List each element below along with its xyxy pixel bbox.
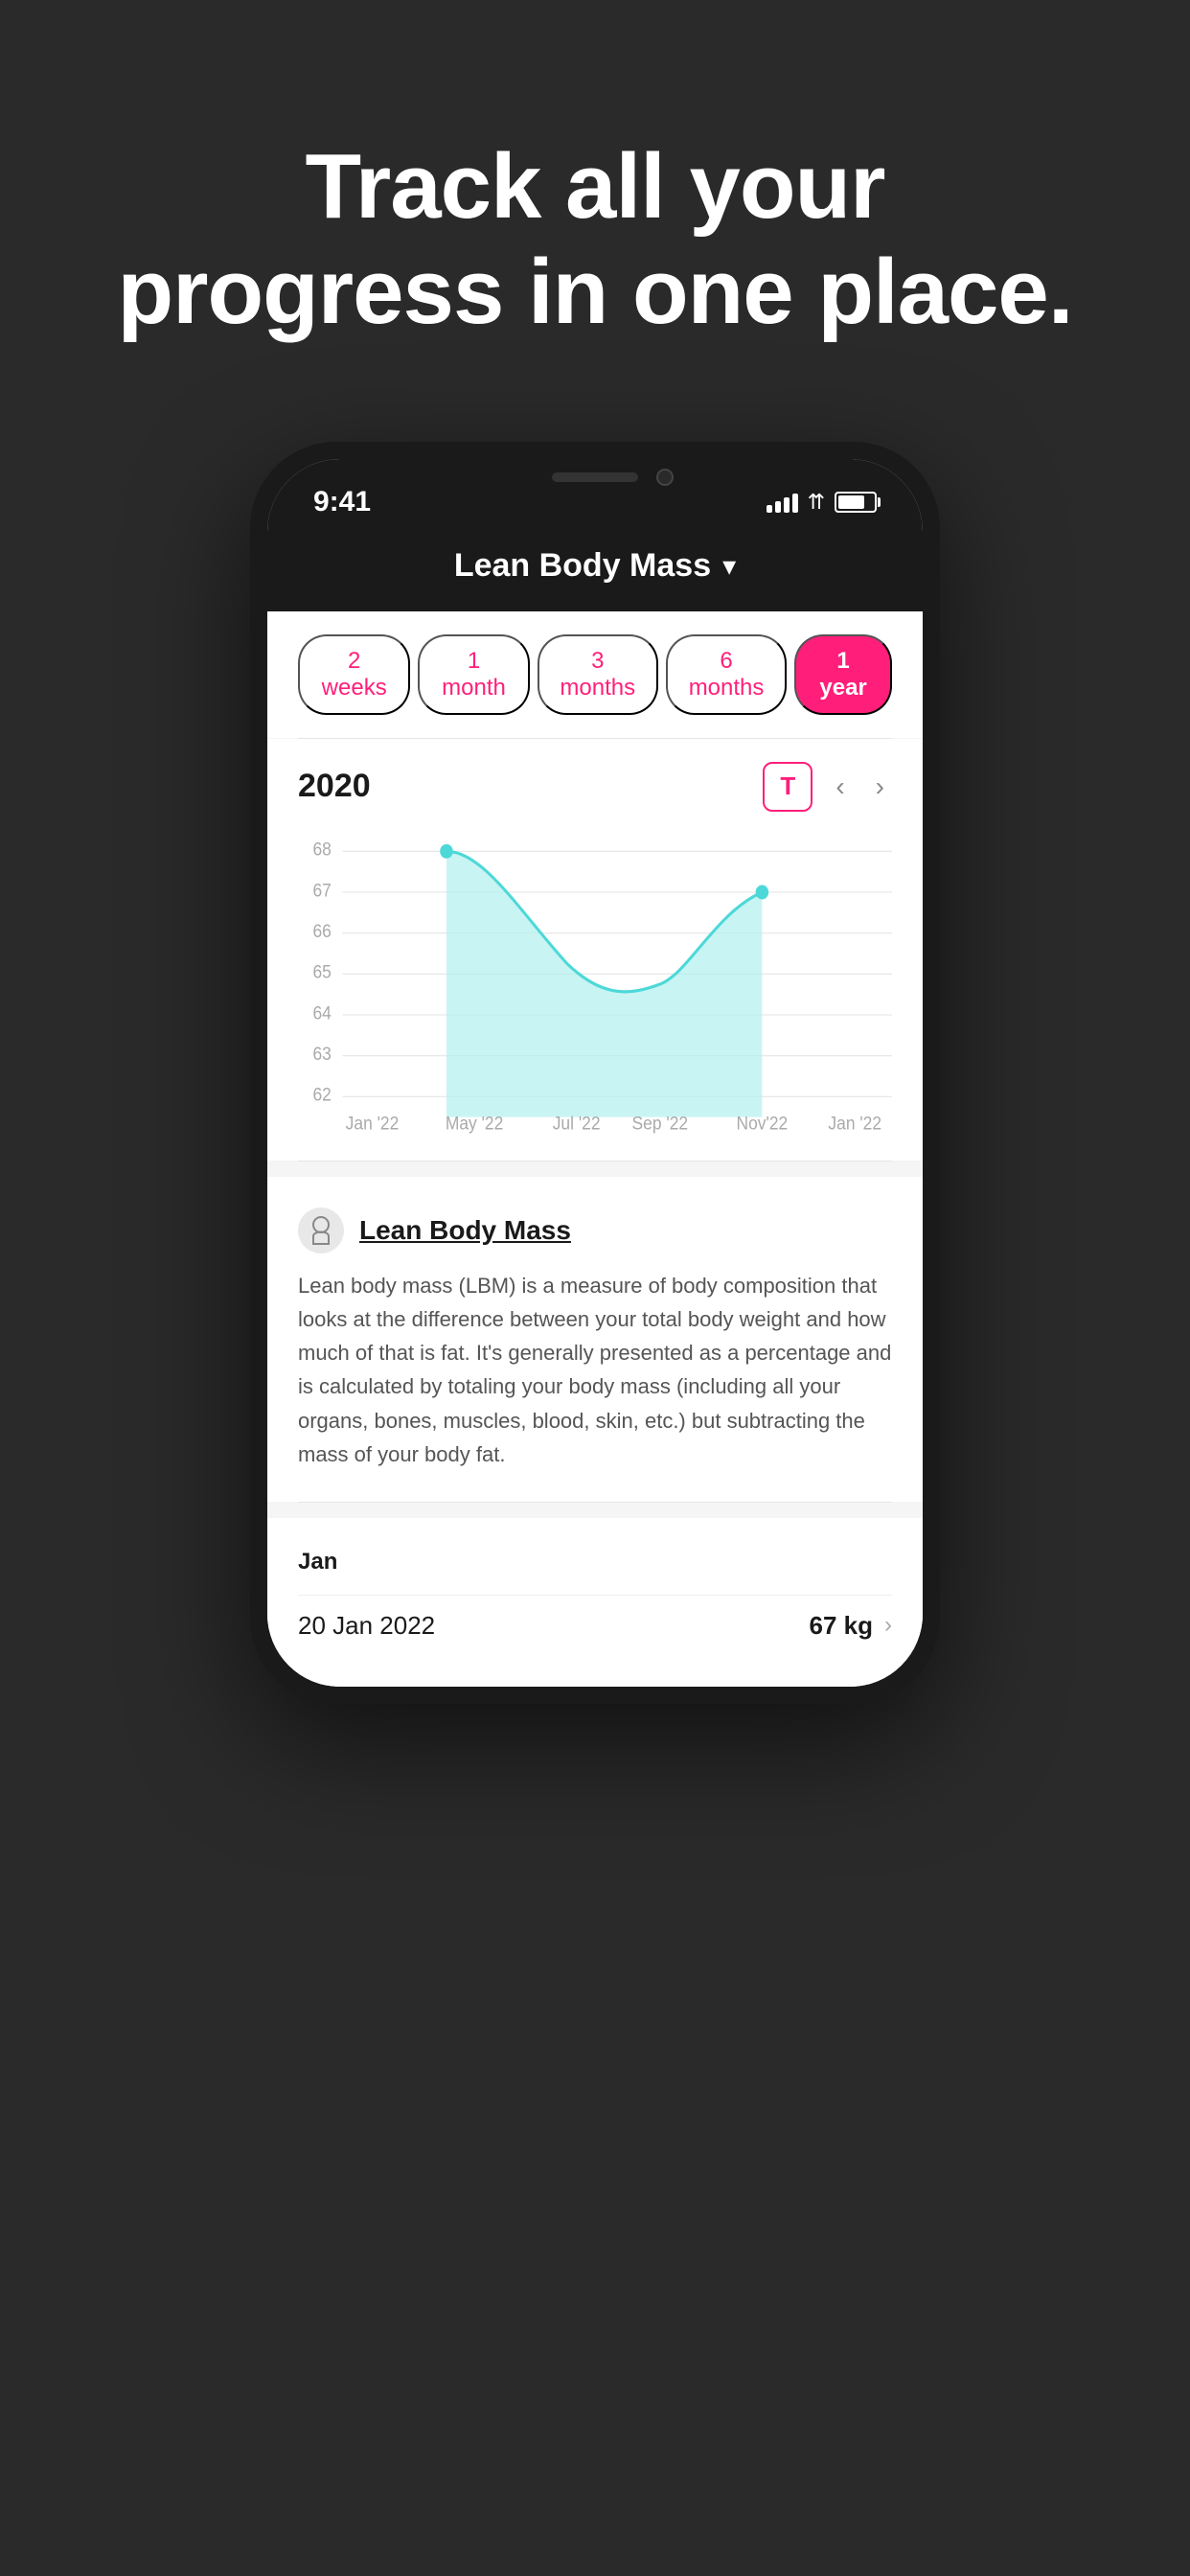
svg-text:64: 64 [312,1001,331,1023]
t-button[interactable]: T [763,762,812,812]
lbm-icon [298,1208,344,1254]
notch-camera [656,469,674,486]
svg-text:May '22: May '22 [446,1112,503,1133]
divider-2 [298,1161,892,1162]
svg-text:Nov'22: Nov'22 [737,1112,789,1133]
divider-3 [298,1502,892,1503]
chart-year: 2020 [298,768,371,805]
record-date: 20 Jan 2022 [298,1611,435,1641]
info-header: Lean Body Mass [298,1208,892,1254]
record-value-wrap: 67 kg › [810,1611,893,1641]
records-section: Jan 20 Jan 2022 67 kg › [267,1518,923,1687]
signal-icon [767,492,798,513]
record-row[interactable]: 20 Jan 2022 67 kg › [298,1595,892,1656]
svg-text:Jul '22: Jul '22 [553,1112,601,1133]
phone-notch [490,459,700,499]
chart-controls: T ‹ › [763,762,892,812]
battery-icon [835,492,877,513]
info-title: Lean Body Mass [359,1215,571,1246]
records-month: Jan [298,1549,892,1576]
filter-6months[interactable]: 6 months [666,634,787,715]
notch-speaker [552,472,638,482]
screen-title: Lean Body Mass [454,547,711,585]
battery-fill [838,495,864,509]
app-header[interactable]: Lean Body Mass ▾ [267,530,923,611]
svg-text:68: 68 [312,839,331,860]
chart-point-start [440,844,453,859]
status-icons: ⇈ [767,490,877,515]
svg-text:63: 63 [312,1043,331,1064]
phone-frame: 9:41 ⇈ Lean Body Mass ▾ [250,442,940,1704]
wifi-icon: ⇈ [808,490,825,515]
svg-text:Jan '22: Jan '22 [828,1112,881,1133]
chart-container: 68 67 66 65 64 [298,831,892,1138]
app-content: 2 weeks 1 month 3 months 6 months 1 year… [267,611,923,1687]
body-icon [306,1215,336,1246]
chart-section: 2020 T ‹ › 68 [267,739,923,1161]
record-chevron-icon: › [884,1612,892,1639]
info-body: Lean body mass (LBM) is a measure of bod… [298,1269,892,1471]
svg-text:Sep '22: Sep '22 [632,1112,689,1133]
phone-wrapper: 9:41 ⇈ Lean Body Mass ▾ [0,423,1190,1781]
svg-text:Jan '22: Jan '22 [346,1112,400,1133]
record-value: 67 kg [810,1611,874,1641]
phone-inner: 9:41 ⇈ Lean Body Mass ▾ [267,459,923,1687]
svg-text:65: 65 [312,961,331,982]
filter-2weeks[interactable]: 2 weeks [298,634,410,715]
chart-fill-area [446,851,762,1116]
prev-arrow-icon[interactable]: ‹ [828,768,852,806]
filter-1month[interactable]: 1 month [418,634,529,715]
line-chart: 68 67 66 65 64 [298,831,892,1138]
time-filter-bar: 2 weeks 1 month 3 months 6 months 1 year [267,611,923,738]
chart-point-end [756,885,769,899]
svg-text:62: 62 [312,1084,331,1105]
hero-headline: Track all your progress in one place. [0,0,1190,423]
chevron-down-icon[interactable]: ▾ [722,550,736,582]
status-time: 9:41 [313,486,371,518]
svg-text:67: 67 [312,879,331,900]
chart-header: 2020 T ‹ › [298,762,892,812]
info-section: Lean Body Mass Lean body mass (LBM) is a… [267,1177,923,1502]
status-bar: 9:41 ⇈ [267,459,923,530]
svg-text:66: 66 [312,920,331,941]
filter-3months[interactable]: 3 months [538,634,658,715]
filter-1year[interactable]: 1 year [794,634,892,715]
next-arrow-icon[interactable]: › [868,768,892,806]
